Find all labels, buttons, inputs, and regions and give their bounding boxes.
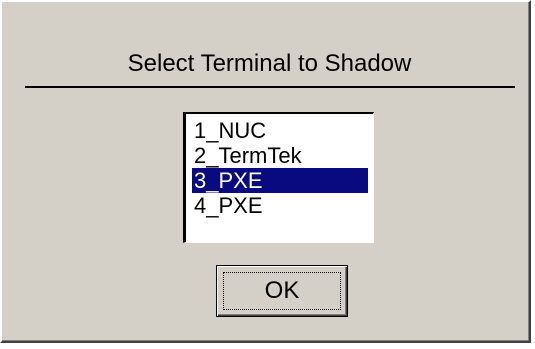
list-item-terminal-3[interactable]: 3_PXE [192,168,368,193]
list-item-terminal-2[interactable]: 2_TermTek [186,143,368,168]
list-item-terminal-4[interactable]: 4_PXE [186,193,368,218]
terminal-listbox[interactable]: 1_NUC 2_TermTek 3_PXE 4_PXE [183,112,374,243]
ok-button[interactable]: OK [216,265,348,317]
title-divider [25,86,515,88]
select-terminal-dialog: Select Terminal to Shadow 1_NUC 2_TermTe… [0,0,531,343]
dialog-title: Select Terminal to Shadow [127,50,412,77]
list-item-terminal-1[interactable]: 1_NUC [186,118,368,143]
ok-button-label: OK [264,277,300,304]
